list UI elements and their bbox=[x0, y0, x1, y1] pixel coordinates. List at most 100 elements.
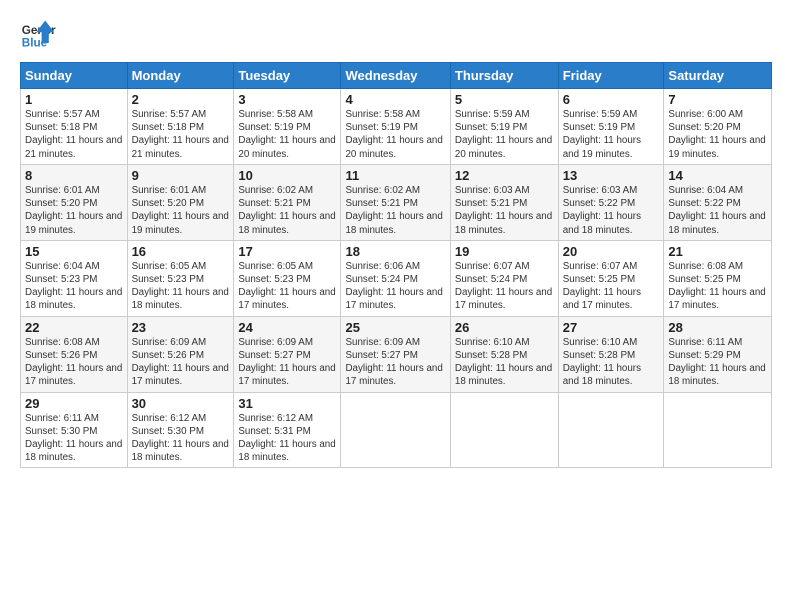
day-number: 6 bbox=[563, 92, 660, 107]
weekday-header-cell: Wednesday bbox=[341, 63, 450, 89]
day-number: 1 bbox=[25, 92, 123, 107]
day-number: 10 bbox=[238, 168, 336, 183]
day-info: Sunrise: 6:08 AM Sunset: 5:25 PM Dayligh… bbox=[668, 260, 767, 313]
weekday-header-cell: Sunday bbox=[21, 63, 128, 89]
day-number: 11 bbox=[345, 168, 445, 183]
calendar-day-cell: 16 Sunrise: 6:05 AM Sunset: 5:23 PM Dayl… bbox=[127, 240, 234, 316]
day-number: 21 bbox=[668, 244, 767, 259]
day-info: Sunrise: 5:59 AM Sunset: 5:19 PM Dayligh… bbox=[455, 108, 554, 161]
calendar-week-row: 1 Sunrise: 5:57 AM Sunset: 5:18 PM Dayli… bbox=[21, 89, 772, 165]
calendar-page: General Blue SundayMondayTuesdayWednesda… bbox=[0, 0, 792, 612]
weekday-header-cell: Friday bbox=[558, 63, 664, 89]
calendar-day-cell: 17 Sunrise: 6:05 AM Sunset: 5:23 PM Dayl… bbox=[234, 240, 341, 316]
day-number: 5 bbox=[455, 92, 554, 107]
logo: General Blue bbox=[20, 16, 56, 52]
calendar-day-cell: 5 Sunrise: 5:59 AM Sunset: 5:19 PM Dayli… bbox=[450, 89, 558, 165]
calendar-day-cell: 22 Sunrise: 6:08 AM Sunset: 5:26 PM Dayl… bbox=[21, 316, 128, 392]
calendar-day-cell: 2 Sunrise: 5:57 AM Sunset: 5:18 PM Dayli… bbox=[127, 89, 234, 165]
day-number: 30 bbox=[132, 396, 230, 411]
day-number: 2 bbox=[132, 92, 230, 107]
calendar-day-cell: 25 Sunrise: 6:09 AM Sunset: 5:27 PM Dayl… bbox=[341, 316, 450, 392]
calendar-day-cell: 11 Sunrise: 6:02 AM Sunset: 5:21 PM Dayl… bbox=[341, 164, 450, 240]
day-info: Sunrise: 6:07 AM Sunset: 5:25 PM Dayligh… bbox=[563, 260, 660, 313]
weekday-header-cell: Tuesday bbox=[234, 63, 341, 89]
day-info: Sunrise: 6:01 AM Sunset: 5:20 PM Dayligh… bbox=[132, 184, 230, 237]
day-number: 15 bbox=[25, 244, 123, 259]
calendar-body: 1 Sunrise: 5:57 AM Sunset: 5:18 PM Dayli… bbox=[21, 89, 772, 468]
calendar-day-cell: 31 Sunrise: 6:12 AM Sunset: 5:31 PM Dayl… bbox=[234, 392, 341, 468]
calendar-day-cell: 6 Sunrise: 5:59 AM Sunset: 5:19 PM Dayli… bbox=[558, 89, 664, 165]
day-info: Sunrise: 6:02 AM Sunset: 5:21 PM Dayligh… bbox=[238, 184, 336, 237]
calendar-week-row: 29 Sunrise: 6:11 AM Sunset: 5:30 PM Dayl… bbox=[21, 392, 772, 468]
day-number: 17 bbox=[238, 244, 336, 259]
calendar-day-cell: 28 Sunrise: 6:11 AM Sunset: 5:29 PM Dayl… bbox=[664, 316, 772, 392]
day-info: Sunrise: 5:58 AM Sunset: 5:19 PM Dayligh… bbox=[345, 108, 445, 161]
calendar-day-cell: 1 Sunrise: 5:57 AM Sunset: 5:18 PM Dayli… bbox=[21, 89, 128, 165]
calendar-day-cell: 7 Sunrise: 6:00 AM Sunset: 5:20 PM Dayli… bbox=[664, 89, 772, 165]
weekday-header-cell: Thursday bbox=[450, 63, 558, 89]
weekday-header-cell: Saturday bbox=[664, 63, 772, 89]
header: General Blue bbox=[20, 16, 772, 52]
day-info: Sunrise: 6:02 AM Sunset: 5:21 PM Dayligh… bbox=[345, 184, 445, 237]
calendar-day-cell bbox=[664, 392, 772, 468]
day-info: Sunrise: 6:10 AM Sunset: 5:28 PM Dayligh… bbox=[455, 336, 554, 389]
calendar-day-cell bbox=[341, 392, 450, 468]
calendar-day-cell: 27 Sunrise: 6:10 AM Sunset: 5:28 PM Dayl… bbox=[558, 316, 664, 392]
day-number: 23 bbox=[132, 320, 230, 335]
calendar-day-cell: 30 Sunrise: 6:12 AM Sunset: 5:30 PM Dayl… bbox=[127, 392, 234, 468]
day-number: 29 bbox=[25, 396, 123, 411]
calendar-day-cell: 18 Sunrise: 6:06 AM Sunset: 5:24 PM Dayl… bbox=[341, 240, 450, 316]
day-info: Sunrise: 6:09 AM Sunset: 5:27 PM Dayligh… bbox=[238, 336, 336, 389]
day-info: Sunrise: 5:58 AM Sunset: 5:19 PM Dayligh… bbox=[238, 108, 336, 161]
calendar-week-row: 22 Sunrise: 6:08 AM Sunset: 5:26 PM Dayl… bbox=[21, 316, 772, 392]
day-info: Sunrise: 6:04 AM Sunset: 5:23 PM Dayligh… bbox=[25, 260, 123, 313]
calendar-day-cell: 14 Sunrise: 6:04 AM Sunset: 5:22 PM Dayl… bbox=[664, 164, 772, 240]
day-info: Sunrise: 6:01 AM Sunset: 5:20 PM Dayligh… bbox=[25, 184, 123, 237]
day-number: 4 bbox=[345, 92, 445, 107]
day-number: 14 bbox=[668, 168, 767, 183]
calendar-day-cell: 29 Sunrise: 6:11 AM Sunset: 5:30 PM Dayl… bbox=[21, 392, 128, 468]
day-number: 26 bbox=[455, 320, 554, 335]
day-info: Sunrise: 6:08 AM Sunset: 5:26 PM Dayligh… bbox=[25, 336, 123, 389]
calendar-day-cell: 24 Sunrise: 6:09 AM Sunset: 5:27 PM Dayl… bbox=[234, 316, 341, 392]
calendar-day-cell: 19 Sunrise: 6:07 AM Sunset: 5:24 PM Dayl… bbox=[450, 240, 558, 316]
day-info: Sunrise: 5:57 AM Sunset: 5:18 PM Dayligh… bbox=[25, 108, 123, 161]
day-number: 3 bbox=[238, 92, 336, 107]
day-number: 28 bbox=[668, 320, 767, 335]
day-info: Sunrise: 6:09 AM Sunset: 5:26 PM Dayligh… bbox=[132, 336, 230, 389]
day-info: Sunrise: 6:09 AM Sunset: 5:27 PM Dayligh… bbox=[345, 336, 445, 389]
day-info: Sunrise: 6:03 AM Sunset: 5:21 PM Dayligh… bbox=[455, 184, 554, 237]
calendar-day-cell bbox=[558, 392, 664, 468]
calendar-day-cell: 10 Sunrise: 6:02 AM Sunset: 5:21 PM Dayl… bbox=[234, 164, 341, 240]
day-info: Sunrise: 6:05 AM Sunset: 5:23 PM Dayligh… bbox=[238, 260, 336, 313]
calendar-table: SundayMondayTuesdayWednesdayThursdayFrid… bbox=[20, 62, 772, 468]
day-number: 9 bbox=[132, 168, 230, 183]
day-info: Sunrise: 6:00 AM Sunset: 5:20 PM Dayligh… bbox=[668, 108, 767, 161]
day-number: 27 bbox=[563, 320, 660, 335]
day-number: 7 bbox=[668, 92, 767, 107]
day-info: Sunrise: 6:05 AM Sunset: 5:23 PM Dayligh… bbox=[132, 260, 230, 313]
calendar-day-cell: 20 Sunrise: 6:07 AM Sunset: 5:25 PM Dayl… bbox=[558, 240, 664, 316]
day-number: 20 bbox=[563, 244, 660, 259]
calendar-week-row: 8 Sunrise: 6:01 AM Sunset: 5:20 PM Dayli… bbox=[21, 164, 772, 240]
day-number: 8 bbox=[25, 168, 123, 183]
day-number: 25 bbox=[345, 320, 445, 335]
calendar-day-cell: 23 Sunrise: 6:09 AM Sunset: 5:26 PM Dayl… bbox=[127, 316, 234, 392]
calendar-day-cell: 3 Sunrise: 5:58 AM Sunset: 5:19 PM Dayli… bbox=[234, 89, 341, 165]
day-number: 24 bbox=[238, 320, 336, 335]
day-info: Sunrise: 6:12 AM Sunset: 5:30 PM Dayligh… bbox=[132, 412, 230, 465]
calendar-day-cell: 9 Sunrise: 6:01 AM Sunset: 5:20 PM Dayli… bbox=[127, 164, 234, 240]
day-info: Sunrise: 6:11 AM Sunset: 5:30 PM Dayligh… bbox=[25, 412, 123, 465]
day-number: 12 bbox=[455, 168, 554, 183]
calendar-day-cell: 8 Sunrise: 6:01 AM Sunset: 5:20 PM Dayli… bbox=[21, 164, 128, 240]
day-info: Sunrise: 6:03 AM Sunset: 5:22 PM Dayligh… bbox=[563, 184, 660, 237]
logo-icon: General Blue bbox=[20, 16, 56, 52]
day-number: 16 bbox=[132, 244, 230, 259]
day-info: Sunrise: 6:10 AM Sunset: 5:28 PM Dayligh… bbox=[563, 336, 660, 389]
day-number: 18 bbox=[345, 244, 445, 259]
day-info: Sunrise: 5:59 AM Sunset: 5:19 PM Dayligh… bbox=[563, 108, 660, 161]
calendar-day-cell: 21 Sunrise: 6:08 AM Sunset: 5:25 PM Dayl… bbox=[664, 240, 772, 316]
weekday-header-row: SundayMondayTuesdayWednesdayThursdayFrid… bbox=[21, 63, 772, 89]
calendar-day-cell: 26 Sunrise: 6:10 AM Sunset: 5:28 PM Dayl… bbox=[450, 316, 558, 392]
day-info: Sunrise: 6:07 AM Sunset: 5:24 PM Dayligh… bbox=[455, 260, 554, 313]
